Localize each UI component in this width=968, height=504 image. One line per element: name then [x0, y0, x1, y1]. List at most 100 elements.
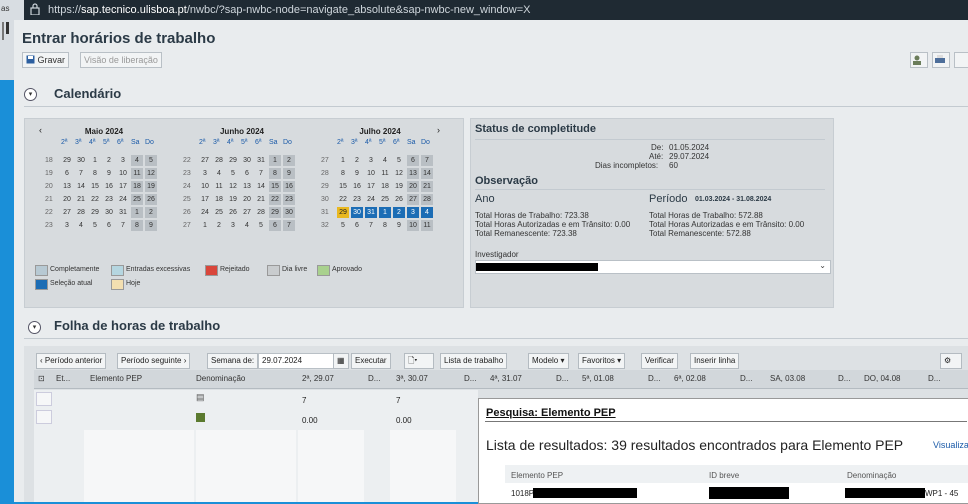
check-button[interactable]: Verificar: [641, 353, 678, 369]
calendar-day[interactable]: 10: [117, 168, 129, 179]
calendar-day[interactable]: 15: [269, 181, 281, 192]
calendar-day[interactable]: 3: [61, 220, 73, 231]
prev-period-button[interactable]: ‹ Período anterior: [36, 353, 107, 369]
calendar-day[interactable]: 6: [103, 220, 115, 231]
document-icon[interactable]: 🗋▾: [404, 353, 434, 369]
calendar-day[interactable]: 30: [103, 207, 115, 218]
calendar-day[interactable]: 5: [337, 220, 349, 231]
calendar-day[interactable]: 11: [379, 168, 391, 179]
calendar-day[interactable]: 27: [241, 207, 253, 218]
calendar-day[interactable]: 8: [131, 220, 143, 231]
calendar-day[interactable]: 16: [103, 181, 115, 192]
calendar-day[interactable]: 4: [421, 207, 433, 218]
collapse-calendar-icon[interactable]: ▾: [24, 88, 37, 101]
calendar-day[interactable]: 20: [241, 194, 253, 205]
calendar-day[interactable]: 6: [351, 220, 363, 231]
investigador-select[interactable]: ⌄: [475, 260, 831, 274]
input-column[interactable]: [390, 430, 456, 502]
calendar-day[interactable]: 13: [241, 181, 253, 192]
calendar-day[interactable]: 15: [337, 181, 349, 192]
calendar-day[interactable]: 20: [407, 181, 419, 192]
calendar-day[interactable]: 8: [89, 168, 101, 179]
input-column[interactable]: [84, 430, 194, 502]
calendar-day[interactable]: 7: [283, 220, 295, 231]
calendar-day[interactable]: 28: [75, 207, 87, 218]
calendar-day[interactable]: 27: [407, 194, 419, 205]
more-button[interactable]: [954, 52, 968, 68]
calendar-day[interactable]: 14: [255, 181, 267, 192]
input-column[interactable]: [298, 430, 364, 502]
next-month-icon[interactable]: ›: [437, 125, 440, 135]
calendar-day[interactable]: 7: [117, 220, 129, 231]
calendar-day[interactable]: 3: [227, 220, 239, 231]
print-button[interactable]: [932, 52, 950, 68]
calendar-day[interactable]: 19: [145, 181, 157, 192]
calendar-day[interactable]: 2: [351, 155, 363, 166]
preview-button[interactable]: Visão de liberação: [80, 52, 162, 68]
calendar-day[interactable]: 4: [75, 220, 87, 231]
calendar-day[interactable]: 5: [89, 220, 101, 231]
calendar-day[interactable]: 4: [213, 168, 225, 179]
calendar-day[interactable]: 23: [283, 194, 295, 205]
calendar-day[interactable]: 23: [103, 194, 115, 205]
calendar-day[interactable]: 25: [131, 194, 143, 205]
calendar-day[interactable]: 29: [61, 155, 73, 166]
calendar-day[interactable]: 12: [227, 181, 239, 192]
calendar-day[interactable]: 31: [255, 155, 267, 166]
calendar-day[interactable]: 30: [241, 155, 253, 166]
next-period-button[interactable]: Período seguinte ›: [117, 353, 191, 369]
calendar-day[interactable]: 16: [351, 181, 363, 192]
results-row[interactable]: 1018P WP1 - 45: [505, 485, 968, 501]
calendar-day[interactable]: 10: [365, 168, 377, 179]
calendar-day[interactable]: 4: [241, 220, 253, 231]
calendar-day[interactable]: 28: [421, 194, 433, 205]
calendar-day[interactable]: 18: [131, 181, 143, 192]
calendar-day[interactable]: 6: [407, 155, 419, 166]
calendar-day[interactable]: 9: [283, 168, 295, 179]
calendar-day[interactable]: 1: [269, 155, 281, 166]
calendar-day[interactable]: 2: [393, 207, 405, 218]
collapse-timesheet-icon[interactable]: ▾: [28, 321, 41, 334]
calendar-day[interactable]: 5: [227, 168, 239, 179]
calendar-day[interactable]: 11: [213, 181, 225, 192]
browser-address-bar[interactable]: https://sap.tecnico.ulisboa.pt/nwbc/?sap…: [0, 0, 968, 20]
calendar-day[interactable]: 2: [103, 155, 115, 166]
calendar-day[interactable]: 14: [75, 181, 87, 192]
calendar-day[interactable]: 10: [199, 181, 211, 192]
calendar-day[interactable]: 11: [131, 168, 143, 179]
calendar-day[interactable]: 9: [145, 220, 157, 231]
calendar-day[interactable]: 5: [255, 220, 267, 231]
calendar-day[interactable]: 5: [393, 155, 405, 166]
row-selector[interactable]: [36, 410, 52, 424]
row-selector[interactable]: [36, 392, 52, 406]
favorites-button[interactable]: Favoritos ▾: [578, 353, 626, 369]
calendar-day[interactable]: 26: [393, 194, 405, 205]
calendar-day[interactable]: 5: [145, 155, 157, 166]
calendar-day[interactable]: 3: [117, 155, 129, 166]
calendar-day[interactable]: 22: [269, 194, 281, 205]
calendar-day[interactable]: 2: [283, 155, 295, 166]
calendar-day[interactable]: 1: [89, 155, 101, 166]
view-link[interactable]: Visualiza: [933, 440, 968, 450]
calendar-day[interactable]: 1: [131, 207, 143, 218]
calendar-day[interactable]: 28: [255, 207, 267, 218]
calendar-day[interactable]: 21: [421, 181, 433, 192]
select-all-icon[interactable]: ⊡: [38, 374, 45, 383]
calendar-day[interactable]: 7: [365, 220, 377, 231]
calendar-day[interactable]: 7: [75, 168, 87, 179]
calendar-day[interactable]: 1: [337, 155, 349, 166]
calendar-day[interactable]: 30: [75, 155, 87, 166]
calendar-day[interactable]: 25: [379, 194, 391, 205]
calendar-day[interactable]: 9: [351, 168, 363, 179]
calendar-day[interactable]: 29: [227, 155, 239, 166]
calendar-day[interactable]: 29: [89, 207, 101, 218]
calendar-day[interactable]: 11: [421, 220, 433, 231]
calendar-day[interactable]: 19: [227, 194, 239, 205]
calendar-day[interactable]: 13: [407, 168, 419, 179]
calendar-day[interactable]: 25: [213, 207, 225, 218]
calendar-day[interactable]: 12: [145, 168, 157, 179]
calendar-day[interactable]: 21: [255, 194, 267, 205]
calendar-day[interactable]: 26: [145, 194, 157, 205]
calendar-day[interactable]: 22: [89, 194, 101, 205]
calendar-day[interactable]: 29: [269, 207, 281, 218]
